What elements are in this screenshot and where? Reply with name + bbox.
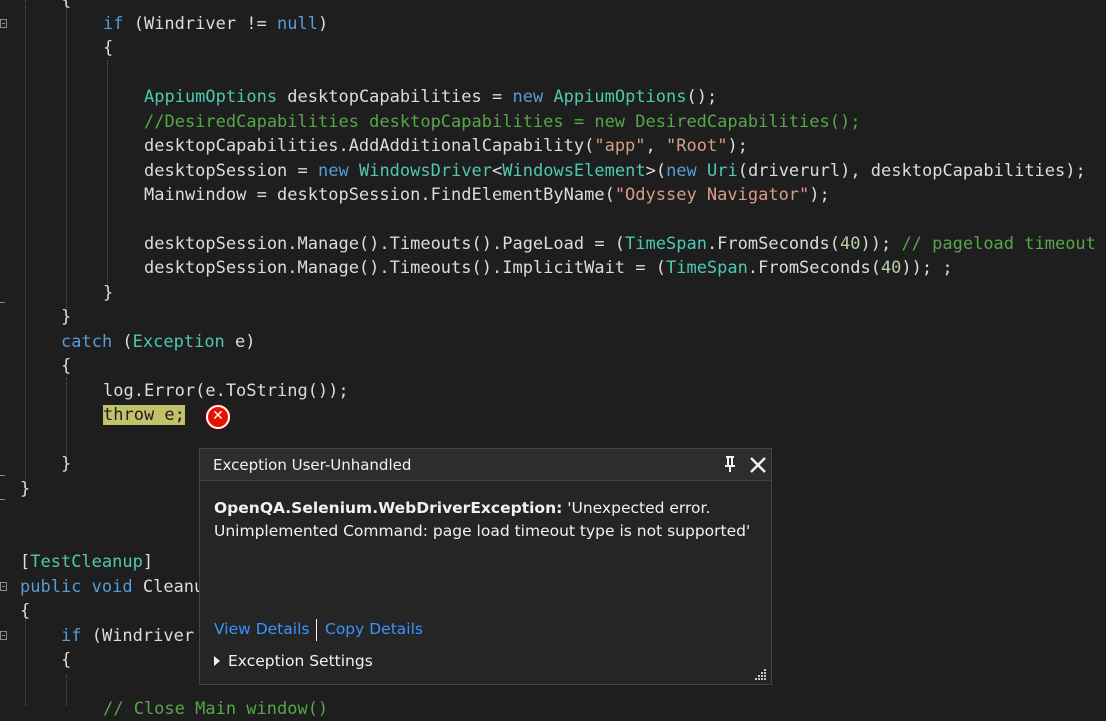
code-line: desktopSession.Manage().Timeouts().Impli… bbox=[144, 258, 953, 278]
code-line: AppiumOptions desktopCapabilities = new … bbox=[144, 87, 718, 107]
indent-guide bbox=[66, 0, 67, 322]
code-line: public void Cleanu bbox=[20, 577, 205, 597]
code-comment: // Close Main window() bbox=[103, 699, 329, 719]
view-details-link[interactable]: View Details bbox=[214, 620, 309, 638]
exception-type: OpenQA.Selenium.WebDriverException: bbox=[214, 499, 563, 517]
expand-triangle-icon bbox=[214, 655, 220, 666]
collapse-icon[interactable] bbox=[0, 19, 7, 28]
popup-header: Exception User-Unhandled bbox=[200, 449, 771, 481]
indent-guide bbox=[25, 0, 26, 490]
code-line: if (Windriver != null) bbox=[103, 14, 329, 34]
throw-statement-highlight: throw e; bbox=[103, 405, 185, 425]
collapse-icon[interactable] bbox=[0, 631, 7, 640]
fold-end-marker bbox=[0, 475, 5, 476]
code-line: { bbox=[61, 650, 72, 670]
code-line: } bbox=[20, 479, 31, 499]
exception-settings-expander[interactable]: Exception Settings bbox=[214, 652, 373, 670]
code-line: { bbox=[103, 38, 114, 58]
code-line: { bbox=[20, 601, 31, 621]
code-line: Mainwindow = desktopSession.FindElementB… bbox=[144, 185, 830, 205]
pin-icon[interactable] bbox=[723, 455, 737, 473]
code-comment: //DesiredCapabilities desktopCapabilitie… bbox=[144, 112, 861, 132]
current-statement[interactable]: throw e; bbox=[103, 403, 185, 427]
exception-helper-popup: Exception User-Unhandled OpenQA.Selenium… bbox=[199, 448, 772, 685]
code-line: } bbox=[61, 307, 72, 327]
exception-settings-label: Exception Settings bbox=[228, 652, 373, 670]
code-line: { bbox=[61, 0, 72, 10]
code-line: } bbox=[61, 454, 72, 474]
code-line: } bbox=[103, 283, 114, 303]
indent-guide bbox=[107, 60, 108, 290]
error-icon[interactable]: ✕ bbox=[206, 405, 230, 429]
link-separator bbox=[316, 619, 317, 641]
collapse-icon[interactable] bbox=[0, 582, 7, 591]
code-line: desktopSession.Manage().Timeouts().PageL… bbox=[144, 234, 1096, 254]
code-line: { bbox=[61, 356, 72, 376]
code-line: if (Windriver bbox=[61, 626, 195, 646]
close-icon[interactable] bbox=[748, 455, 768, 475]
code-line: log.Error(e.ToString()); bbox=[103, 381, 349, 401]
copy-details-link[interactable]: Copy Details bbox=[325, 620, 423, 638]
keyword: if bbox=[103, 14, 124, 34]
exception-message: OpenQA.Selenium.WebDriverException: 'Une… bbox=[214, 497, 759, 543]
popup-title: Exception User-Unhandled bbox=[213, 456, 412, 474]
code-line: desktopSession = new WindowsDriver<Windo… bbox=[144, 161, 1086, 181]
code-line: [TestCleanup] bbox=[20, 552, 154, 572]
fold-end-marker bbox=[0, 302, 5, 303]
keyword: null bbox=[277, 14, 318, 34]
fold-end-marker bbox=[0, 499, 5, 500]
code-line: desktopCapabilities.AddAdditionalCapabil… bbox=[144, 136, 748, 156]
code-line: catch (Exception e) bbox=[61, 332, 256, 352]
indent-guide bbox=[25, 620, 26, 705]
indent-guide bbox=[66, 675, 67, 705]
resize-grip-icon[interactable] bbox=[755, 668, 767, 680]
